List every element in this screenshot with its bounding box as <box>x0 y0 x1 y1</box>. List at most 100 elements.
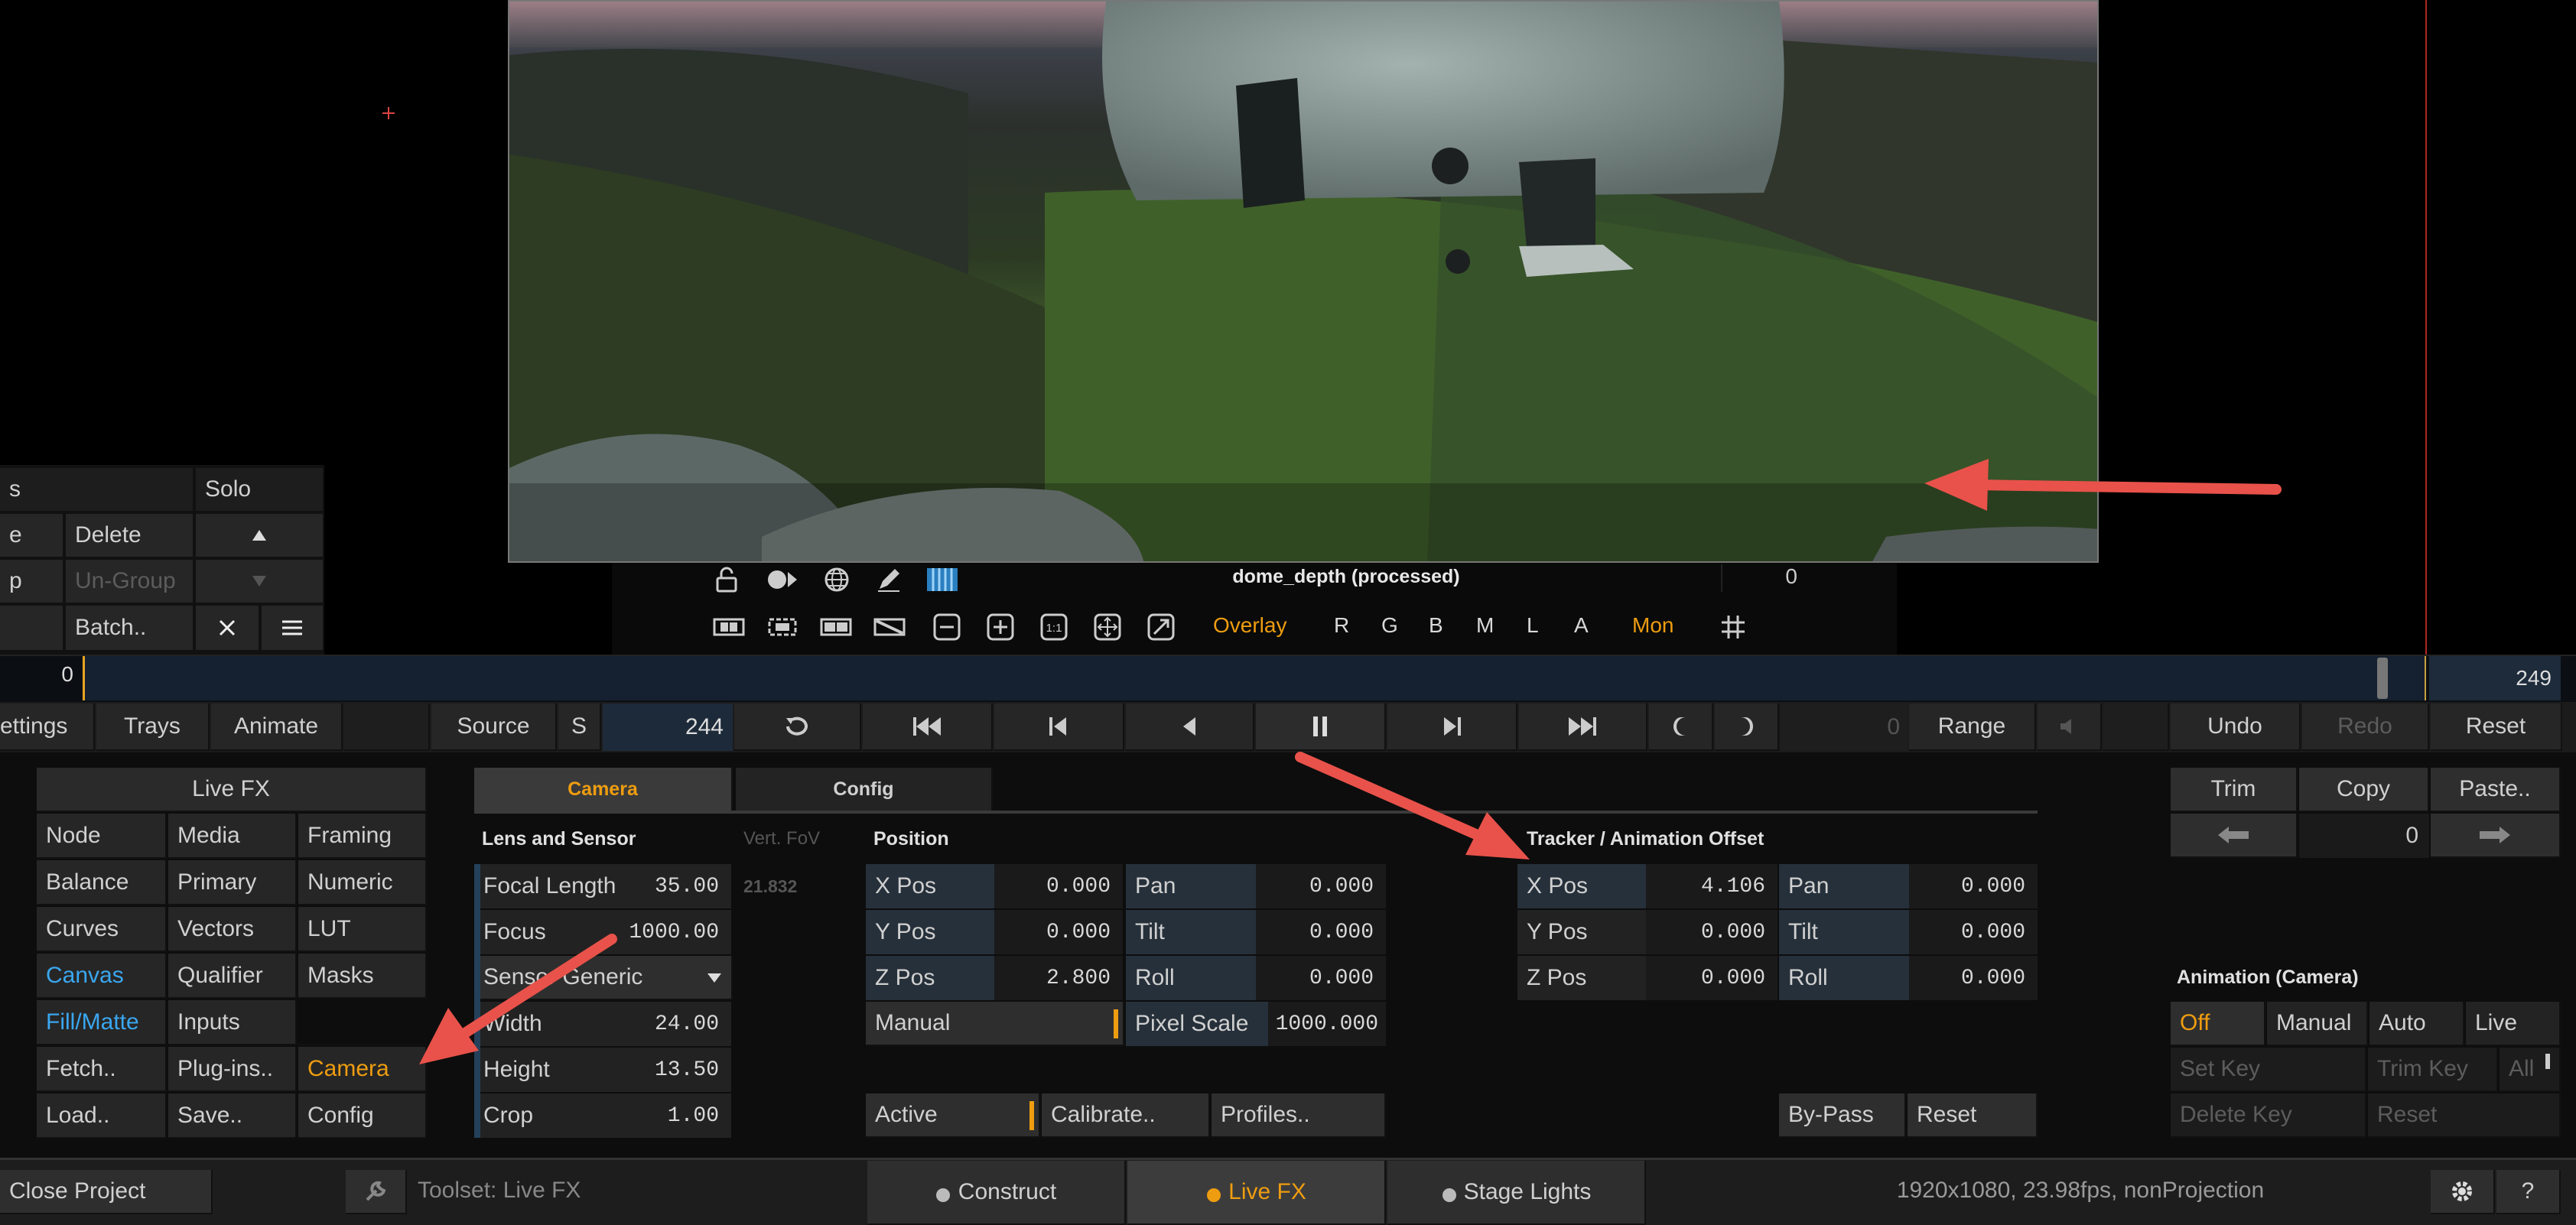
s-button[interactable]: S <box>558 703 601 751</box>
all-button[interactable]: All <box>2500 1048 2561 1092</box>
pixel-scale-value[interactable]: 1000.000 <box>1268 1002 1386 1046</box>
move-down-button[interactable] <box>196 560 324 604</box>
calibrate-button[interactable]: Calibrate.. <box>1042 1093 1210 1138</box>
pos-roll-value[interactable]: 0.000 <box>1256 956 1386 1000</box>
menu-item-plug-ins[interactable]: Plug-ins.. <box>168 1047 297 1092</box>
delete-key-button[interactable]: Delete Key <box>2171 1093 2366 1138</box>
help-button[interactable]: ? <box>2496 1170 2561 1214</box>
delete-button[interactable]: Delete <box>66 514 194 558</box>
timeline-end[interactable]: 249 <box>2429 656 2561 700</box>
close-icon[interactable] <box>196 606 260 651</box>
step-back-icon[interactable] <box>994 703 1124 751</box>
wrench-icon[interactable] <box>346 1170 407 1214</box>
menu-item-camera[interactable]: Camera <box>298 1047 427 1092</box>
color-bars-icon[interactable] <box>925 564 959 595</box>
menu-item-canvas[interactable]: Canvas <box>37 954 167 999</box>
zoom-in-icon[interactable] <box>984 612 1017 642</box>
arrow-right-icon[interactable] <box>2431 814 2561 858</box>
width-value[interactable]: 24.00 <box>612 1002 731 1046</box>
menu-item-config[interactable]: Config <box>298 1093 427 1139</box>
menu-item-numeric[interactable]: Numeric <box>298 860 427 905</box>
paste-button[interactable]: Paste.. <box>2431 768 2561 812</box>
viewer-image[interactable] <box>508 0 2099 563</box>
settings-button[interactable]: ettings <box>0 703 95 751</box>
tracker-pan-value[interactable]: 0.000 <box>1909 864 2038 908</box>
pos-ypos-value[interactable]: 0.000 <box>994 910 1123 954</box>
tracker-reset-button[interactable]: Reset <box>1908 1093 2038 1138</box>
undo-button[interactable]: Undo <box>2171 703 2301 751</box>
menu-item-inputs[interactable]: Inputs <box>168 1000 297 1045</box>
left-row3-cell[interactable]: p <box>0 560 64 604</box>
anim-mode-auto[interactable]: Auto <box>2369 1002 2464 1046</box>
close-project-button[interactable]: Close Project <box>0 1170 213 1214</box>
skip-start-icon[interactable] <box>863 703 993 751</box>
menu-item-balance[interactable]: Balance <box>37 860 167 905</box>
left-row1-cell[interactable]: s <box>0 468 194 512</box>
anim-mode-off[interactable]: Off <box>2171 1002 2265 1046</box>
reset-button[interactable]: Reset <box>2431 703 2562 751</box>
step-forward-icon[interactable] <box>1387 703 1517 751</box>
animate-button[interactable]: Animate <box>211 703 343 751</box>
lock-icon[interactable] <box>711 564 742 595</box>
globe-icon[interactable] <box>820 564 854 595</box>
split-view-icon[interactable] <box>818 612 854 642</box>
current-frame-field[interactable]: 244 <box>603 703 733 751</box>
zoom-1to1-icon[interactable]: 1:1 <box>1037 612 1071 642</box>
pos-zpos-value[interactable]: 2.800 <box>994 956 1123 1000</box>
menu-item-framing[interactable]: Framing <box>298 814 427 859</box>
menu-item-node[interactable]: Node <box>37 814 167 859</box>
set-key-button[interactable]: Set Key <box>2171 1048 2366 1092</box>
anim-mode-live[interactable]: Live <box>2466 1002 2561 1046</box>
channel-l[interactable]: L <box>1527 613 1557 641</box>
menu-item-save[interactable]: Save.. <box>168 1093 297 1139</box>
tab-stage-lights[interactable]: Stage Lights <box>1387 1161 1646 1225</box>
record-icon[interactable] <box>765 564 800 595</box>
mark-in-icon[interactable] <box>1649 703 1713 751</box>
menu-item-curves[interactable]: Curves <box>37 907 167 952</box>
manual-button[interactable]: Manual <box>866 1002 1124 1046</box>
trays-button[interactable]: Trays <box>96 703 210 751</box>
left-row2-cell[interactable]: e <box>0 514 64 558</box>
offset-value[interactable]: 0 <box>2299 814 2429 858</box>
menu-item-qualifier[interactable]: Qualifier <box>168 954 297 999</box>
play-reverse-icon[interactable] <box>1126 703 1254 751</box>
safe-frame-icon[interactable] <box>765 612 800 642</box>
ungroup-button[interactable]: Un-Group <box>66 560 194 604</box>
menu-item-lut[interactable]: LUT <box>298 907 427 952</box>
pos-xpos-value[interactable]: 0.000 <box>994 864 1123 908</box>
fullscreen-icon[interactable] <box>1144 612 1178 642</box>
film-strip-icon[interactable] <box>711 612 746 642</box>
bypass-button[interactable]: By-Pass <box>1779 1093 1906 1138</box>
mark-out-icon[interactable] <box>1715 703 1779 751</box>
timeline-scrubber[interactable] <box>83 656 2426 700</box>
loop-icon[interactable] <box>734 703 861 751</box>
pos-pan-value[interactable]: 0.000 <box>1256 864 1386 908</box>
wipe-icon[interactable] <box>872 612 907 642</box>
sensor-dropdown[interactable]: Sensor Generic <box>474 956 733 1000</box>
skip-end-icon[interactable] <box>1519 703 1647 751</box>
range-button[interactable]: Range <box>1909 703 2036 751</box>
pos-tilt-value[interactable]: 0.000 <box>1256 910 1386 954</box>
channel-b[interactable]: B <box>1429 613 1459 641</box>
frame-field[interactable]: 0 <box>1781 703 1908 751</box>
tab-live-fx[interactable]: Live FX <box>1127 1161 1386 1225</box>
tracker-zpos-value[interactable]: 0.000 <box>1646 956 1778 1000</box>
audio-mute-icon[interactable] <box>2038 703 2102 751</box>
anim-mode-manual[interactable]: Manual <box>2267 1002 2368 1046</box>
pause-icon[interactable] <box>1256 703 1386 751</box>
focus-value[interactable]: 1000.00 <box>612 910 731 954</box>
menu-item-vectors[interactable]: Vectors <box>168 907 297 952</box>
batch-button[interactable]: Batch.. <box>66 606 194 651</box>
trim-key-button[interactable]: Trim Key <box>2368 1048 2498 1092</box>
copy-button[interactable]: Copy <box>2299 768 2429 812</box>
gear-icon[interactable] <box>2431 1170 2495 1214</box>
focal-length-value[interactable]: 35.00 <box>612 864 731 908</box>
tab-config[interactable]: Config <box>736 768 993 812</box>
trim-button[interactable]: Trim <box>2171 768 2298 812</box>
pencil-icon[interactable] <box>873 564 904 595</box>
timeline-handle[interactable] <box>2377 658 2388 699</box>
anim-reset-button[interactable]: Reset <box>2368 1093 2561 1138</box>
menu-item-primary[interactable]: Primary <box>168 860 297 905</box>
menu-item-load[interactable]: Load.. <box>37 1093 167 1139</box>
fit-view-icon[interactable] <box>1091 612 1124 642</box>
